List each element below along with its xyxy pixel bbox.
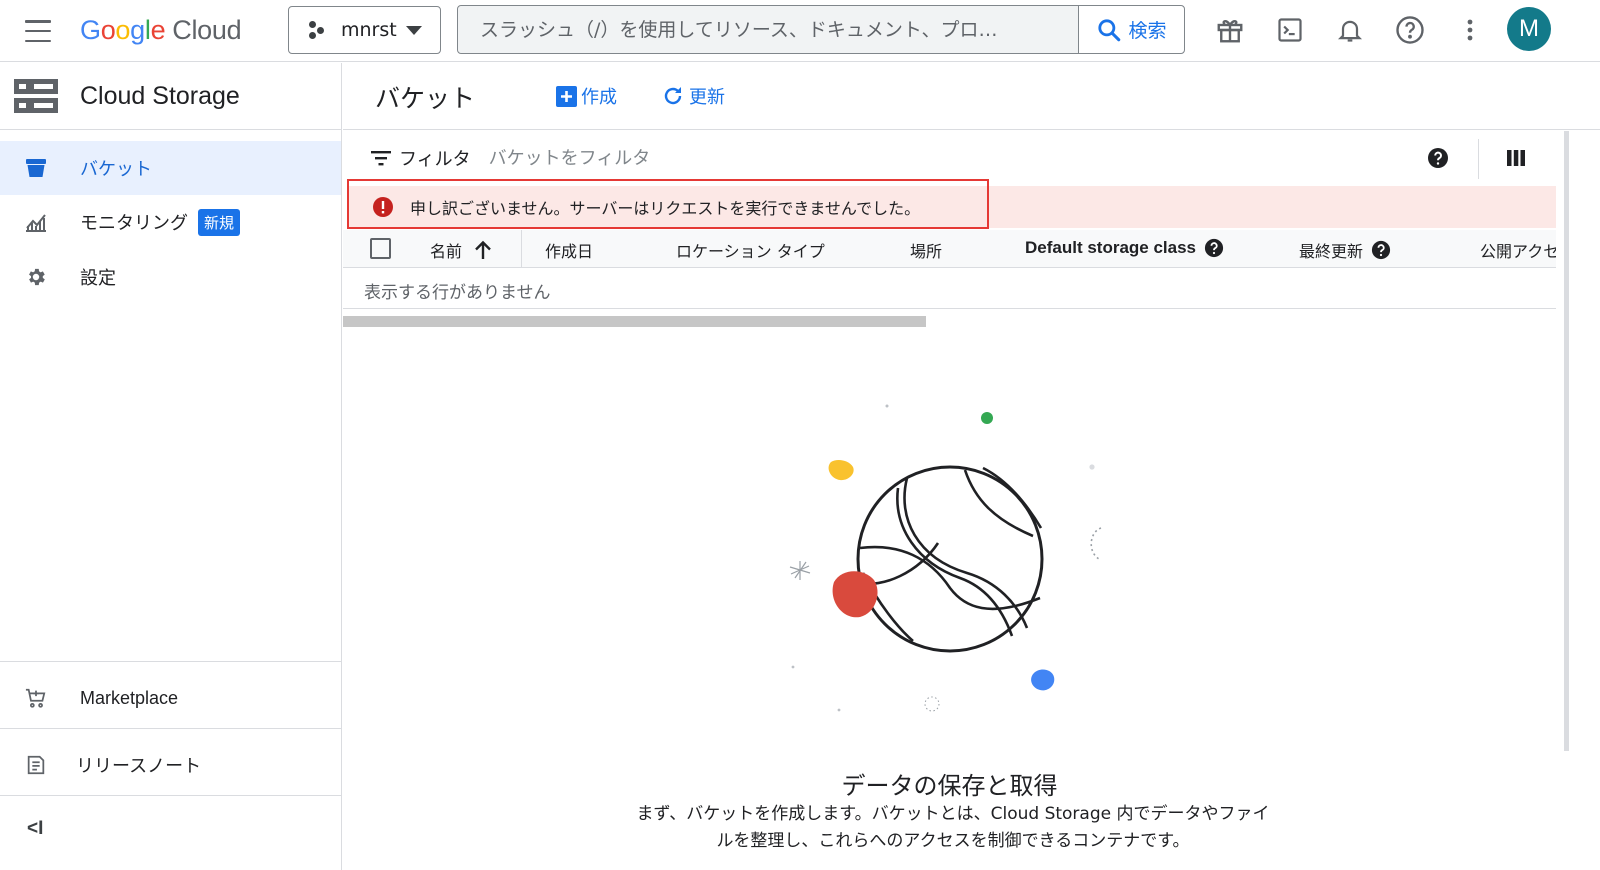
storage-product-icon (14, 79, 58, 113)
search-button[interactable]: 検索 (1078, 6, 1184, 53)
empty-state-title: データの保存と取得 (841, 772, 1058, 800)
search-icon (1098, 18, 1121, 41)
planet-illustration (789, 404, 1102, 712)
sidebar-item-release-notes[interactable]: リリースノート (0, 735, 341, 795)
project-picker[interactable]: mnrst (288, 6, 441, 54)
cloud-shell-icon[interactable] (1272, 12, 1308, 48)
empty-state-description: まず、バケットを作成します。バケットとは、Cloud Storage 内でデータ… (636, 804, 1270, 851)
error-highlight-box (347, 179, 989, 229)
project-dots-icon (307, 20, 327, 40)
main-menu-icon[interactable] (22, 16, 54, 46)
select-all-checkbox[interactable] (370, 238, 391, 259)
search-box: 検索 (457, 5, 1185, 54)
new-badge: 新規 (198, 208, 241, 236)
toolbar-divider (1478, 139, 1479, 179)
column-location[interactable]: 場所 (910, 238, 942, 262)
help-icon[interactable] (1204, 238, 1224, 258)
filter-input[interactable] (488, 147, 1089, 169)
product-title: Cloud Storage (80, 81, 240, 110)
add-box-icon (556, 85, 577, 107)
help-icon[interactable] (1371, 240, 1391, 260)
table-header: 名前 作成日 ロケーション タイプ 場所 Default storage cla… (343, 230, 1556, 268)
sidebar-item-marketplace[interactable]: Marketplace (0, 668, 341, 728)
column-storage-class[interactable]: Default storage class (1025, 238, 1224, 258)
sidebar-item-monitoring[interactable]: モニタリング 新規 (0, 195, 341, 249)
action-bar: バケット 作成 更新 (343, 63, 1600, 130)
top-bar: Google Cloud mnrst 検索 M (0, 0, 1600, 62)
product-header: Cloud Storage (0, 63, 341, 130)
bell-icon[interactable] (1332, 12, 1368, 48)
filter-label: フィルタ (399, 149, 471, 170)
google-cloud-logo[interactable]: Google Cloud (80, 10, 242, 50)
chevron-down-icon (406, 26, 422, 35)
sidebar-divider (0, 661, 341, 662)
search-input[interactable] (458, 6, 1078, 53)
collapse-sidebar-button[interactable]: <I (0, 801, 341, 857)
release-notes-icon (24, 753, 48, 777)
column-created[interactable]: 作成日 (545, 238, 593, 262)
collapse-icon: <I (27, 818, 44, 839)
column-last-modified[interactable]: 最終更新 (1299, 238, 1391, 262)
more-vert-icon[interactable] (1452, 12, 1488, 48)
page-title: バケット (375, 84, 476, 113)
main-content: バケット 作成 更新 フィルタ 申し訳ございません。サーバーはリクエストを実行で… (343, 63, 1600, 870)
arrow-up-icon (475, 240, 491, 259)
column-name[interactable]: 名前 (430, 238, 492, 262)
sidebar-item-settings[interactable]: 設定 (0, 250, 341, 304)
column-public-access[interactable]: 公開アクセ (1480, 238, 1556, 262)
filter-bar: フィルタ (343, 131, 1556, 185)
sidebar: Cloud Storage バケット モニタリング 新規 設定 Marketpl… (0, 63, 342, 870)
cart-icon (24, 686, 48, 710)
horizontal-scrollbar[interactable] (343, 316, 926, 327)
project-name: mnrst (341, 19, 397, 41)
sidebar-item-buckets[interactable]: バケット (0, 141, 341, 195)
empty-table-row: 表示する行がありません (343, 269, 1556, 309)
help-icon[interactable] (1427, 147, 1449, 169)
column-divider (521, 230, 522, 268)
sidebar-divider (0, 795, 341, 796)
gear-icon (24, 265, 48, 289)
column-location-type[interactable]: ロケーション タイプ (676, 238, 825, 262)
avatar[interactable]: M (1507, 7, 1551, 51)
sidebar-divider (0, 728, 341, 729)
gift-icon[interactable] (1212, 12, 1248, 48)
monitoring-icon (24, 210, 48, 234)
filter-icon[interactable] (371, 148, 391, 168)
bucket-icon (24, 156, 48, 180)
refresh-button[interactable]: 更新 (661, 83, 725, 109)
vertical-scrollbar[interactable] (1564, 131, 1569, 751)
create-bucket-button[interactable]: 作成 (556, 83, 617, 109)
column-display-icon[interactable] (1506, 149, 1526, 167)
refresh-icon (664, 87, 682, 105)
help-icon[interactable] (1392, 12, 1428, 48)
